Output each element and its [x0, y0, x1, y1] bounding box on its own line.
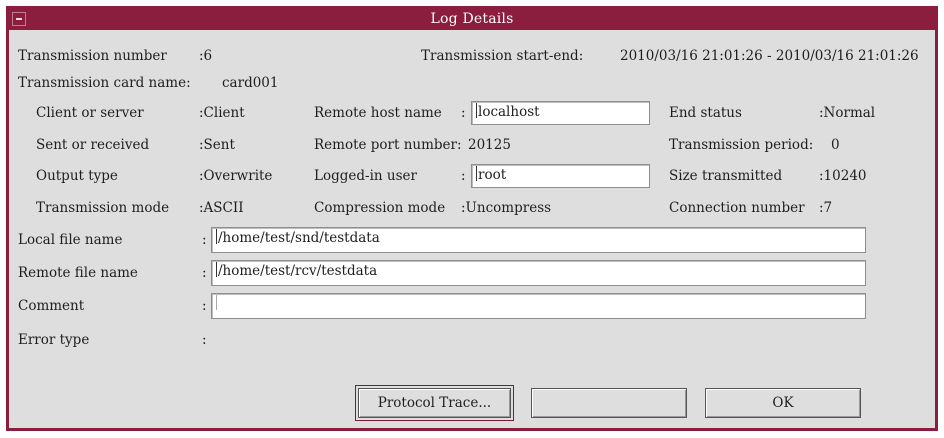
end-status-value: :Normal	[819, 105, 876, 121]
connection-value: :7	[819, 200, 833, 216]
size-value: :10240	[819, 168, 867, 184]
remote-file-value: /home/test/rcv/testdata	[218, 263, 378, 279]
transmission-number-value: :6	[199, 48, 213, 64]
start-end-value: 2010/03/16 21:01:26 - 2010/03/16 21:01:2…	[620, 48, 919, 64]
client-server-label: Client or server	[36, 105, 144, 121]
remote-file-colon: :	[202, 265, 207, 281]
remote-host-colon: :	[461, 105, 466, 121]
comment-colon: :	[202, 298, 207, 314]
compression-value: :Uncompress	[461, 200, 552, 216]
text-cursor	[216, 295, 217, 310]
connection-label: Connection number	[669, 200, 805, 216]
error-type-label: Error type	[18, 332, 90, 348]
text-cursor	[476, 166, 477, 181]
logged-user-field[interactable]: root	[471, 164, 650, 188]
local-file-label: Local file name	[18, 232, 123, 248]
card-name-label: Transmission card name:	[18, 75, 191, 91]
transmission-mode-value: :ASCII	[199, 200, 244, 216]
error-type-colon: :	[202, 332, 207, 348]
logged-user-colon: :	[461, 168, 466, 184]
size-label: Size transmitted	[669, 168, 783, 184]
blank-button[interactable]	[531, 388, 687, 418]
remote-file-field[interactable]: /home/test/rcv/testdata	[211, 260, 866, 286]
output-type-value: :Overwrite	[199, 168, 273, 184]
text-cursor	[476, 103, 477, 118]
local-file-field[interactable]: /home/test/snd/testdata	[211, 227, 866, 253]
logged-user-value: root	[478, 167, 507, 183]
client-server-value: :Client	[199, 105, 245, 121]
local-file-colon: :	[202, 232, 207, 248]
sent-received-label: Sent or received	[36, 137, 150, 153]
period-label: Transmission period:	[669, 137, 814, 153]
period-value: 0	[831, 137, 840, 153]
title-bar[interactable]: Log Details	[9, 9, 935, 30]
text-cursor	[216, 229, 217, 244]
ok-button[interactable]: OK	[705, 388, 861, 418]
logged-user-label: Logged-in user	[314, 168, 417, 184]
sent-received-value: :Sent	[199, 137, 235, 153]
comment-label: Comment	[18, 298, 85, 314]
remote-host-field[interactable]: localhost	[471, 101, 650, 125]
card-name-value: card001	[222, 75, 279, 91]
window-title: Log Details	[430, 11, 514, 27]
transmission-mode-label: Transmission mode	[36, 200, 170, 216]
transmission-number-label: Transmission number	[18, 48, 167, 64]
text-cursor	[216, 262, 217, 277]
start-end-label: Transmission start-end:	[421, 48, 584, 64]
remote-port-label: Remote port number:	[314, 137, 462, 153]
output-type-label: Output type	[36, 168, 118, 184]
remote-port-value: 20125	[468, 137, 511, 153]
protocol-trace-button[interactable]: Protocol Trace...	[355, 385, 514, 421]
remote-host-value: localhost	[478, 104, 540, 120]
end-status-label: End status	[669, 105, 742, 121]
comment-field[interactable]	[211, 293, 866, 319]
local-file-value: /home/test/snd/testdata	[218, 230, 380, 246]
remote-file-label: Remote file name	[18, 265, 138, 281]
log-details-window: Log Details Transmission number :6 Trans…	[6, 6, 938, 431]
compression-label: Compression mode	[314, 200, 446, 216]
remote-host-label: Remote host name	[314, 105, 442, 121]
